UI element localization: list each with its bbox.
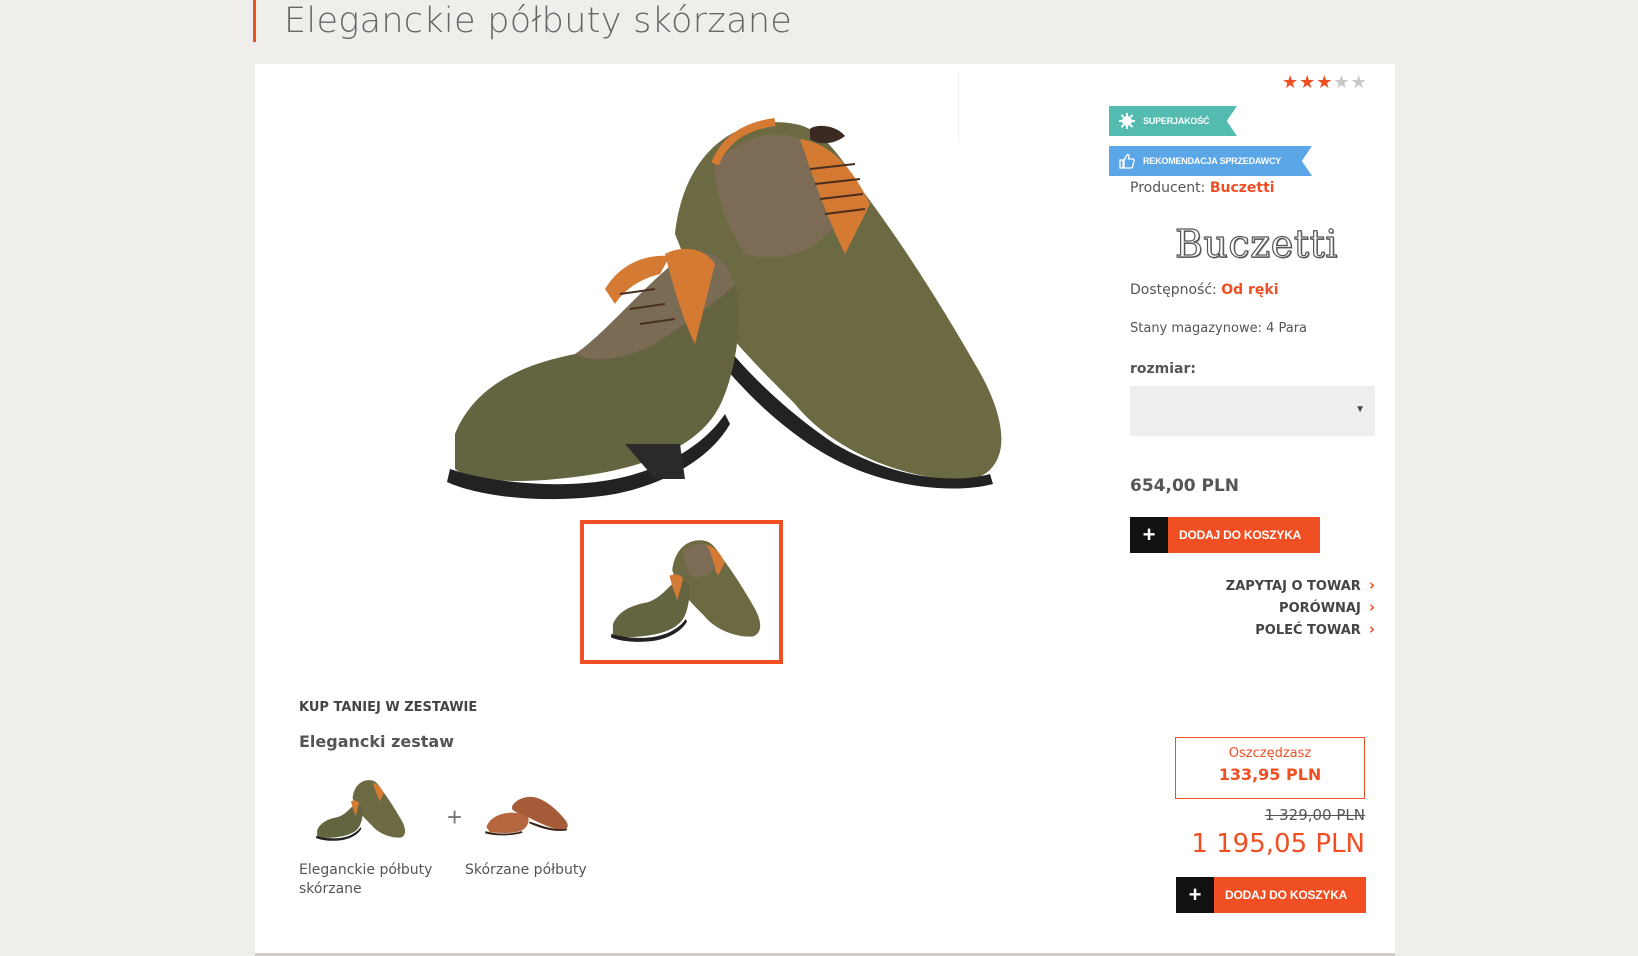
page-title: Eleganckie półbuty skórzane [284,1,793,41]
producer-label: Producent: [1130,180,1206,196]
bundle-old-price: 1 329,00 PLN [1264,806,1365,824]
badge-superquality: SUPERJAKOŚĆ [1109,106,1237,136]
bundle-item[interactable]: Skórzane półbuty [465,774,615,880]
bundle-item-image [315,780,406,841]
savings-label: Oszczędzasz [1228,746,1312,761]
bundle-new-price: 1 195,05 PLN [1191,829,1365,859]
shoe-front-shape [447,248,739,500]
product-thumbnail[interactable] [580,520,783,664]
brand-logo[interactable]: Buczetti [1174,221,1338,266]
savings-amount: 133,95 PLN [1218,765,1322,784]
star-icon-empty: ★ [1333,72,1351,92]
bundle-item[interactable]: Eleganckie półbuty skórzane [299,774,449,899]
bundle-plus-icon: + [447,802,463,832]
bundle-item-name: Skórzane półbuty [465,862,587,878]
availability-line: Dostępność: Od ręki [1130,282,1279,298]
link-label: POLEĆ TOWAR [1255,623,1361,638]
star-icon-empty: ★ [1350,72,1368,92]
rating-stars: ★★★★★ [1282,72,1368,92]
star-icon-filled: ★ [1316,72,1334,92]
size-select[interactable]: ▼ [1130,386,1375,436]
size-label: rozmiar: [1130,361,1197,377]
compare-link[interactable]: PORÓWNAJ › [1226,597,1375,619]
chevron-right-icon: › [1368,620,1375,638]
gear-badge-icon [1119,113,1135,129]
producer-line: Producent: Buczetti [1130,180,1275,196]
product-card: ★★★★★ SUPERJAKOŚĆ REKOMENDACJA SPRZEDAWC… [255,64,1395,954]
availability-label: Dostępność: [1130,282,1217,298]
ask-about-product-link[interactable]: ZAPYTAJ O TOWAR › [1226,575,1375,597]
bundle-name: Elegancki zestaw [299,732,454,751]
plus-icon: + [1176,877,1214,913]
recommend-product-link[interactable]: POLEĆ TOWAR › [1226,619,1375,641]
page-title-wrap: Eleganckie półbuty skórzane [253,0,792,42]
chevron-right-icon: › [1368,576,1375,594]
availability-value: Od ręki [1221,282,1279,298]
link-label: ZAPYTAJ O TOWAR [1225,579,1361,594]
producer-link[interactable]: Buczetti [1210,180,1275,196]
badge-label: SUPERJAKOŚĆ [1143,116,1210,126]
product-price: 654,00 PLN [1130,476,1240,496]
star-icon-filled: ★ [1282,72,1300,92]
main-product-image[interactable] [415,84,1015,544]
add-to-cart-label: DODAJ DO KOSZYKA [1168,517,1320,553]
product-action-links: ZAPYTAJ O TOWAR › PORÓWNAJ › POLEĆ TOWAR › [1226,575,1375,641]
image-divider [958,72,959,142]
add-to-cart-label: DODAJ DO KOSZYKA [1214,877,1366,913]
bundle-heading: KUP TANIEJ W ZESTAWIE [299,700,478,715]
stock-info: Stany magazynowe: 4 Para [1130,321,1308,336]
bundle-item-name: Eleganckie półbuty skórzane [299,862,433,897]
bundle-add-to-cart-button[interactable]: + DODAJ DO KOSZYKA [1176,877,1366,913]
plus-icon: + [1130,517,1168,553]
star-icon-filled: ★ [1299,72,1317,92]
link-label: PORÓWNAJ [1279,601,1361,616]
dropdown-arrow-icon: ▼ [1355,404,1365,415]
thumbs-up-icon [1119,153,1135,169]
savings-box: Oszczędzasz 133,95 PLN [1175,737,1365,799]
badge-label: REKOMENDACJA SPRZEDAWCY [1143,156,1282,166]
add-to-cart-button[interactable]: + DODAJ DO KOSZYKA [1130,517,1320,553]
chevron-right-icon: › [1368,598,1375,616]
bundle-item-image [485,796,568,836]
badge-seller-recommendation: REKOMENDACJA SPRZEDAWCY [1109,146,1312,176]
